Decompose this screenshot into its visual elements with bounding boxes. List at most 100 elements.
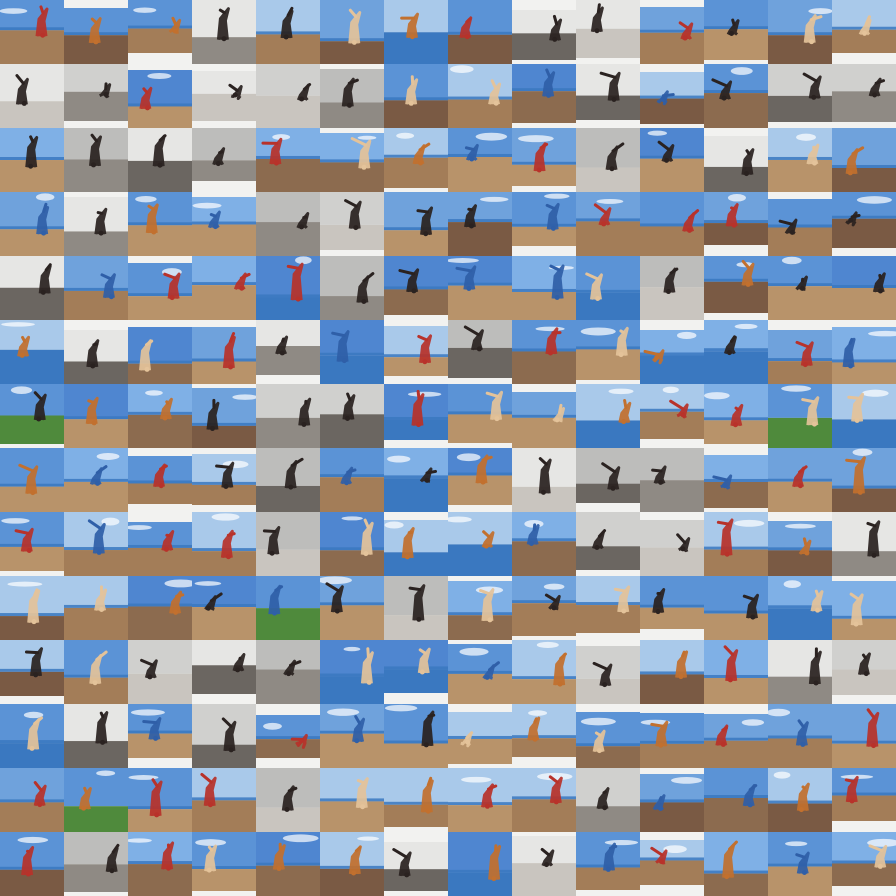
- sample-image: [128, 576, 192, 640]
- sample-image: [704, 384, 768, 448]
- sample-image: [768, 64, 832, 128]
- sample-image: [768, 256, 832, 320]
- sample-image: [448, 256, 512, 320]
- sample-thumbnail: [832, 256, 896, 320]
- sample-thumbnail: [512, 768, 576, 832]
- sample-image: [384, 704, 448, 768]
- sample-image: [128, 0, 192, 64]
- sample-thumbnail: [0, 576, 64, 640]
- sample-image: [128, 384, 192, 448]
- sample-thumbnail: [128, 640, 192, 704]
- sample-thumbnail: [768, 832, 832, 896]
- sample-thumbnail: [0, 704, 64, 768]
- sample-thumbnail: [0, 640, 64, 704]
- sample-thumbnail: [640, 448, 704, 512]
- sample-thumbnail: [192, 448, 256, 512]
- sample-image: [576, 320, 640, 384]
- sample-image: [320, 448, 384, 512]
- sample-image: [832, 448, 896, 512]
- sample-thumbnail: [704, 64, 768, 128]
- sample-image: [448, 512, 512, 576]
- sample-image: [192, 832, 256, 896]
- sample-image: [320, 320, 384, 384]
- sample-image: [128, 128, 192, 192]
- sample-thumbnail: [768, 192, 832, 256]
- sample-thumbnail: [576, 320, 640, 384]
- sample-thumbnail: [448, 0, 512, 64]
- sample-thumbnail: [640, 768, 704, 832]
- sample-image: [640, 832, 704, 896]
- sample-image: [256, 64, 320, 128]
- sample-thumbnail: [128, 512, 192, 576]
- sample-image: [64, 384, 128, 448]
- sample-thumbnail: [128, 576, 192, 640]
- sample-image: [512, 704, 576, 768]
- sample-image: [192, 448, 256, 512]
- sample-thumbnail: [0, 448, 64, 512]
- sample-image: [640, 192, 704, 256]
- sample-thumbnail: [576, 640, 640, 704]
- sample-image: [640, 512, 704, 576]
- sample-thumbnail: [192, 768, 256, 832]
- sample-image: [768, 128, 832, 192]
- sample-thumbnail: [512, 320, 576, 384]
- sample-thumbnail: [64, 256, 128, 320]
- sample-image: [576, 448, 640, 512]
- sample-image: [384, 512, 448, 576]
- sample-thumbnail: [576, 256, 640, 320]
- sample-thumbnail: [448, 512, 512, 576]
- sample-thumbnail: [768, 128, 832, 192]
- sample-image: [576, 384, 640, 448]
- sample-thumbnail: [768, 512, 832, 576]
- sample-image: [128, 768, 192, 832]
- sample-image: [640, 128, 704, 192]
- sample-image: [448, 0, 512, 64]
- sample-image: [256, 704, 320, 768]
- sample-image: [192, 192, 256, 256]
- sample-thumbnail: [128, 128, 192, 192]
- sample-thumbnail: [384, 0, 448, 64]
- sample-image: [64, 640, 128, 704]
- sample-thumbnail: [576, 768, 640, 832]
- sample-thumbnail: [192, 576, 256, 640]
- sample-image: [64, 768, 128, 832]
- sample-thumbnail: [256, 320, 320, 384]
- sample-thumbnail: [768, 0, 832, 64]
- sample-image: [832, 832, 896, 896]
- sample-thumbnail: [512, 448, 576, 512]
- sample-image: [640, 640, 704, 704]
- sample-thumbnail: [832, 640, 896, 704]
- sample-image: [768, 192, 832, 256]
- sample-image: [640, 768, 704, 832]
- sample-thumbnail: [192, 128, 256, 192]
- sample-thumbnail: [448, 576, 512, 640]
- sample-image: [576, 576, 640, 640]
- sample-image: [384, 320, 448, 384]
- sample-thumbnail: [192, 256, 256, 320]
- sample-thumbnail: [448, 640, 512, 704]
- sample-thumbnail: [256, 640, 320, 704]
- sample-thumbnail: [832, 512, 896, 576]
- sample-image: [64, 448, 128, 512]
- sample-thumbnail: [640, 320, 704, 384]
- sample-image: [768, 384, 832, 448]
- sample-image: [448, 832, 512, 896]
- sample-image: [128, 256, 192, 320]
- sample-thumbnail: [256, 448, 320, 512]
- sample-image: [704, 128, 768, 192]
- sample-image: [832, 256, 896, 320]
- sample-image: [128, 832, 192, 896]
- sample-image: [512, 192, 576, 256]
- sample-image: [192, 256, 256, 320]
- sample-image: [704, 256, 768, 320]
- sample-thumbnail: [64, 320, 128, 384]
- sample-image: [256, 128, 320, 192]
- sample-image: [256, 832, 320, 896]
- sample-thumbnail: [320, 128, 384, 192]
- sample-thumbnail: [0, 768, 64, 832]
- sample-thumbnail: [64, 576, 128, 640]
- sample-image: [768, 640, 832, 704]
- sample-thumbnail: [640, 512, 704, 576]
- sample-image: [256, 448, 320, 512]
- sample-thumbnail: [384, 192, 448, 256]
